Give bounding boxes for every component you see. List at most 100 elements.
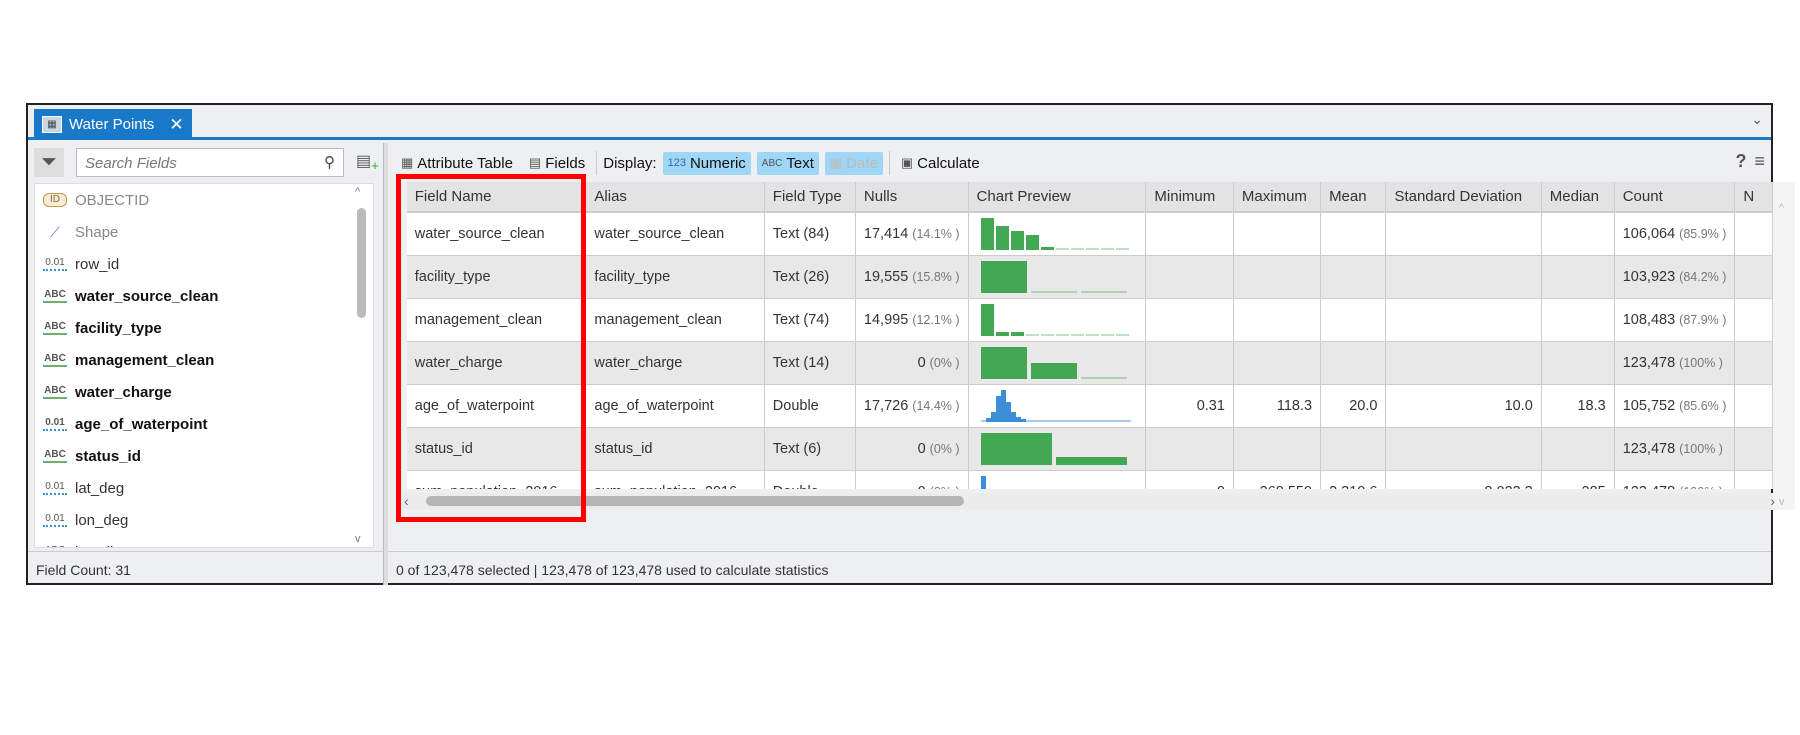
- count-cell: 105,752 (85.6% ): [1614, 384, 1736, 428]
- attribute-table-button[interactable]: ▦ Attribute Table: [396, 152, 518, 175]
- scroll-left-icon[interactable]: ‹: [404, 493, 409, 509]
- column-header[interactable]: Minimum: [1145, 182, 1234, 213]
- max-cell: [1233, 212, 1322, 256]
- min-cell: [1145, 298, 1234, 342]
- max-value: 118.3: [1276, 397, 1313, 414]
- search-icon[interactable]: ⚲: [324, 153, 335, 171]
- close-icon[interactable]: ✕: [169, 115, 183, 135]
- count-percent: (100% ): [1679, 485, 1723, 490]
- scroll-up-icon[interactable]: ^: [355, 186, 360, 198]
- help-icon[interactable]: ?: [1735, 151, 1746, 172]
- chart-preview[interactable]: [977, 346, 1137, 379]
- table-horizontal-scrollbar[interactable]: ‹ ›: [398, 493, 1775, 510]
- field-list-item[interactable]: 0.01 lat_deg: [35, 472, 373, 504]
- scroll-right-icon[interactable]: ›: [1770, 493, 1775, 509]
- field-list-item[interactable]: 0.01 row_id: [35, 248, 373, 280]
- divider: [888, 151, 890, 175]
- row-selector[interactable]: [398, 470, 407, 489]
- table-row[interactable]: sum_population_2016 sum_population_2016 Do…: [398, 470, 1773, 489]
- column-header[interactable]: Field Type: [764, 182, 856, 213]
- menu-icon[interactable]: ≡: [1754, 151, 1765, 172]
- table-row[interactable]: water_charge water_charge Text (14) 0 (0% )…: [398, 341, 1773, 385]
- std-cell: [1385, 212, 1542, 256]
- median-cell: [1541, 298, 1615, 342]
- column-header[interactable]: Nulls: [855, 182, 969, 213]
- nulls-cell: 17,414 (14.1% ): [855, 212, 969, 256]
- column-header[interactable]: Alias: [585, 182, 765, 213]
- row-selector[interactable]: [398, 427, 407, 470]
- field-list-item-label: lon_deg: [75, 511, 129, 529]
- field-list-item[interactable]: ABC status_id: [35, 440, 373, 472]
- histogram-bar: [1055, 456, 1127, 465]
- display-date-toggle[interactable]: ▦ Date: [824, 151, 883, 175]
- chart-preview[interactable]: [977, 260, 1137, 293]
- column-header[interactable]: N: [1734, 182, 1773, 213]
- field-list-item[interactable]: ⟋ Shape: [35, 216, 373, 248]
- row-selector[interactable]: [398, 384, 407, 427]
- column-header[interactable]: Count: [1614, 182, 1736, 213]
- table-row[interactable]: water_source_clean water_source_clean Text…: [398, 212, 1773, 256]
- row-selector[interactable]: [398, 212, 407, 255]
- table-row[interactable]: facility_type facility_type Text (26) 19,55…: [398, 255, 1773, 299]
- chart-preview-cell: [968, 212, 1147, 256]
- alias: age_of_waterpoint: [594, 397, 714, 414]
- fields-view-icon: ▦: [42, 116, 62, 133]
- field-list-item[interactable]: ABC water_source_clean: [35, 280, 373, 312]
- scroll-down-icon[interactable]: v: [355, 533, 361, 545]
- field-list-item[interactable]: ID OBJECTID: [35, 184, 373, 216]
- chart-preview[interactable]: [977, 389, 1137, 422]
- field-list-item[interactable]: ABC management_clean: [35, 344, 373, 376]
- calculate-button[interactable]: ▣ Calculate: [896, 152, 985, 175]
- row-selector[interactable]: [398, 298, 407, 341]
- median-cell: [1541, 341, 1615, 385]
- chart-preview[interactable]: [977, 303, 1137, 336]
- field-list-scrollbar[interactable]: ^ v: [355, 184, 367, 547]
- column-header[interactable]: Maximum: [1233, 182, 1322, 213]
- std-cell: [1385, 255, 1542, 299]
- chart-preview[interactable]: [977, 475, 1137, 489]
- min-cell: 0: [1145, 470, 1234, 489]
- column-header[interactable]: Median: [1541, 182, 1615, 213]
- table-row[interactable]: age_of_waterpoint age_of_waterpoint Double…: [398, 384, 1773, 428]
- add-field-icon[interactable]: ▤+: [356, 151, 379, 173]
- mean-cell: [1320, 341, 1387, 385]
- table-row[interactable]: management_clean management_clean Text (74…: [398, 298, 1773, 342]
- row-selector-header[interactable]: [398, 182, 407, 212]
- field-list-item[interactable]: 0.01 lon_deg: [35, 504, 373, 536]
- min-cell: [1145, 427, 1234, 471]
- histogram-bar: [1125, 419, 1131, 422]
- scroll-thumb[interactable]: [357, 208, 366, 318]
- fields-icon: ▤: [528, 155, 542, 170]
- row-selector[interactable]: [398, 341, 407, 384]
- column-header[interactable]: Chart Preview: [968, 182, 1147, 213]
- histogram-bar: [1080, 290, 1127, 293]
- chart-preview[interactable]: [977, 432, 1137, 465]
- column-header[interactable]: Mean: [1320, 182, 1387, 213]
- display-text-toggle[interactable]: ABC Text: [756, 151, 819, 175]
- field-type: Text (74): [772, 311, 830, 328]
- filter-icon[interactable]: ⏷: [34, 148, 64, 177]
- field-count: Field Count: 31: [28, 551, 383, 585]
- chevron-down-icon[interactable]: ⌄: [1751, 111, 1763, 128]
- count-cell: 123,478 (100% ): [1614, 427, 1736, 471]
- field-list-item[interactable]: ABC water_charge: [35, 376, 373, 408]
- scroll-down-icon[interactable]: v: [1779, 496, 1785, 508]
- field-list-item[interactable]: 0.01 age_of_waterpoint: [35, 408, 373, 440]
- column-header[interactable]: Field Name: [406, 182, 587, 213]
- display-numeric-toggle[interactable]: 123 Numeric: [662, 151, 751, 175]
- scroll-up-icon[interactable]: ^: [1779, 202, 1784, 214]
- field-list-item[interactable]: ABC facility_type: [35, 312, 373, 344]
- histogram-bar: [1100, 333, 1114, 336]
- column-header[interactable]: Standard Deviation: [1385, 182, 1542, 213]
- table-row[interactable]: status_id status_id Text (6) 0 (0% ) 123,478…: [398, 427, 1773, 471]
- tab-water-points[interactable]: ▦ Water Points ✕: [34, 109, 192, 140]
- fields-button[interactable]: ▤ Fields: [524, 152, 590, 175]
- chart-preview[interactable]: [977, 217, 1137, 250]
- table-vertical-scrollbar[interactable]: ^ v: [1773, 182, 1795, 510]
- nulls-value: 17,726: [863, 397, 909, 414]
- objectid-icon: ID: [43, 193, 67, 207]
- search-fields-input[interactable]: Search Fields ⚲: [76, 148, 344, 177]
- field-list-item[interactable]: ABC install...: [35, 536, 373, 548]
- scroll-thumb[interactable]: [426, 496, 964, 506]
- row-selector[interactable]: [398, 255, 407, 298]
